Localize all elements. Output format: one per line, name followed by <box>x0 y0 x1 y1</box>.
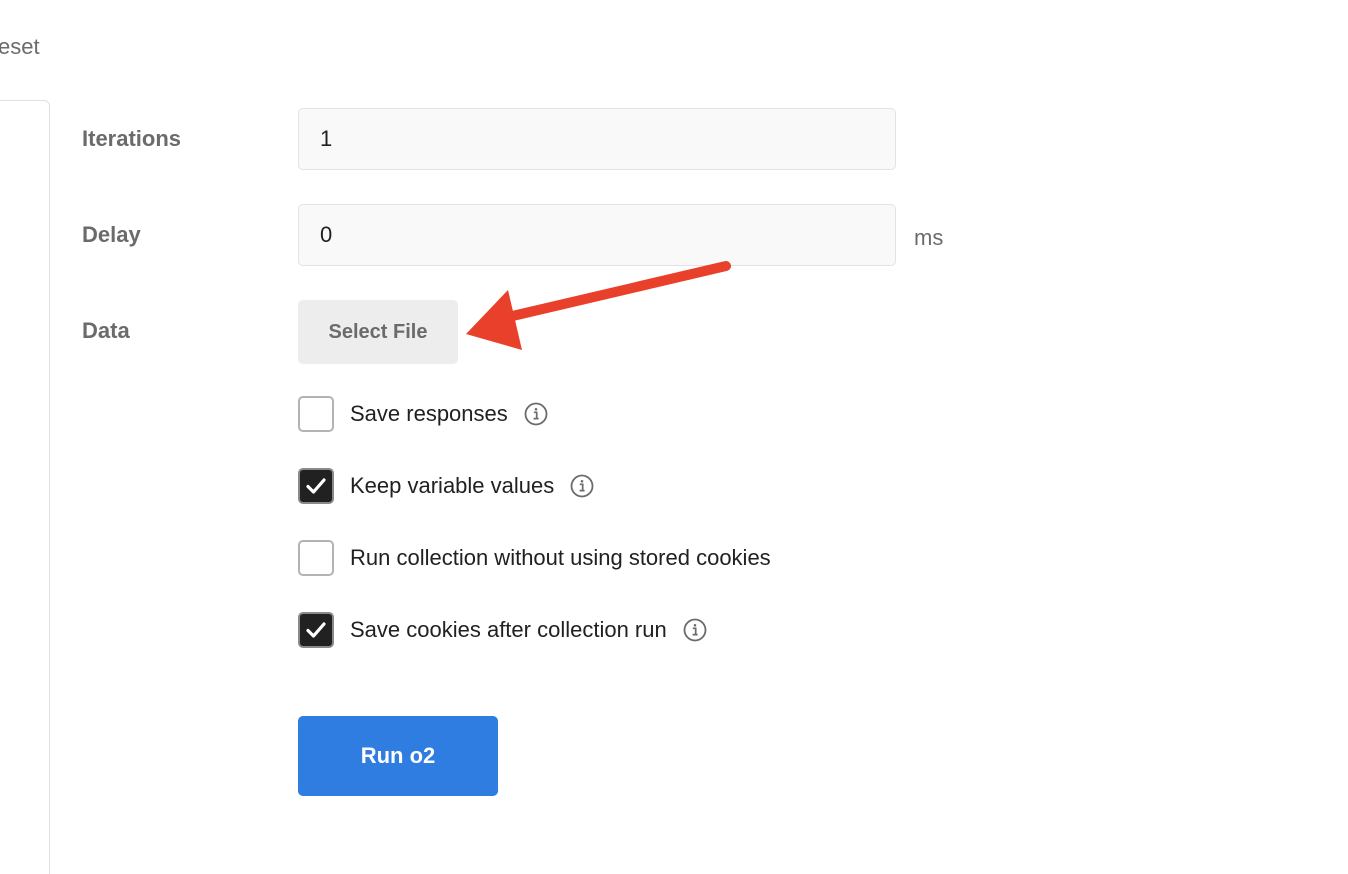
checkmark-icon <box>306 478 326 494</box>
reset-link[interactable]: eset <box>0 34 40 60</box>
data-label: Data <box>82 318 130 343</box>
delay-unit: ms <box>914 225 944 250</box>
option-keep-variable-values[interactable]: Keep variable values <box>298 468 594 504</box>
option-save-responses[interactable]: Save responses <box>298 396 548 432</box>
keep-variable-values-label: Keep variable values <box>350 473 555 498</box>
save-responses-checkbox[interactable] <box>298 396 334 432</box>
save-cookies-checkbox[interactable] <box>298 612 334 648</box>
select-file-button[interactable]: Select File <box>298 300 458 364</box>
run-without-cookies-label: Run collection without using stored cook… <box>350 545 771 570</box>
left-panel <box>0 100 50 874</box>
collection-runner-config: eset Iterations Delay ms Data Select Fil… <box>0 0 1348 874</box>
delay-label: Delay <box>82 222 141 247</box>
save-responses-label: Save responses <box>350 401 508 426</box>
save-cookies-label: Save cookies after collection run <box>350 617 667 642</box>
run-collection-button[interactable]: Run o2 <box>298 716 498 796</box>
info-icon[interactable] <box>524 402 548 426</box>
option-run-without-cookies[interactable]: Run collection without using stored cook… <box>298 540 771 576</box>
delay-input[interactable] <box>298 204 896 266</box>
option-save-cookies[interactable]: Save cookies after collection run <box>298 612 707 648</box>
keep-variable-values-checkbox[interactable] <box>298 468 334 504</box>
info-icon[interactable] <box>570 474 594 498</box>
iterations-label: Iterations <box>82 126 182 151</box>
iterations-input[interactable] <box>298 108 896 170</box>
checkmark-icon <box>306 622 326 638</box>
run-without-cookies-checkbox[interactable] <box>298 540 334 576</box>
info-icon[interactable] <box>683 618 707 642</box>
